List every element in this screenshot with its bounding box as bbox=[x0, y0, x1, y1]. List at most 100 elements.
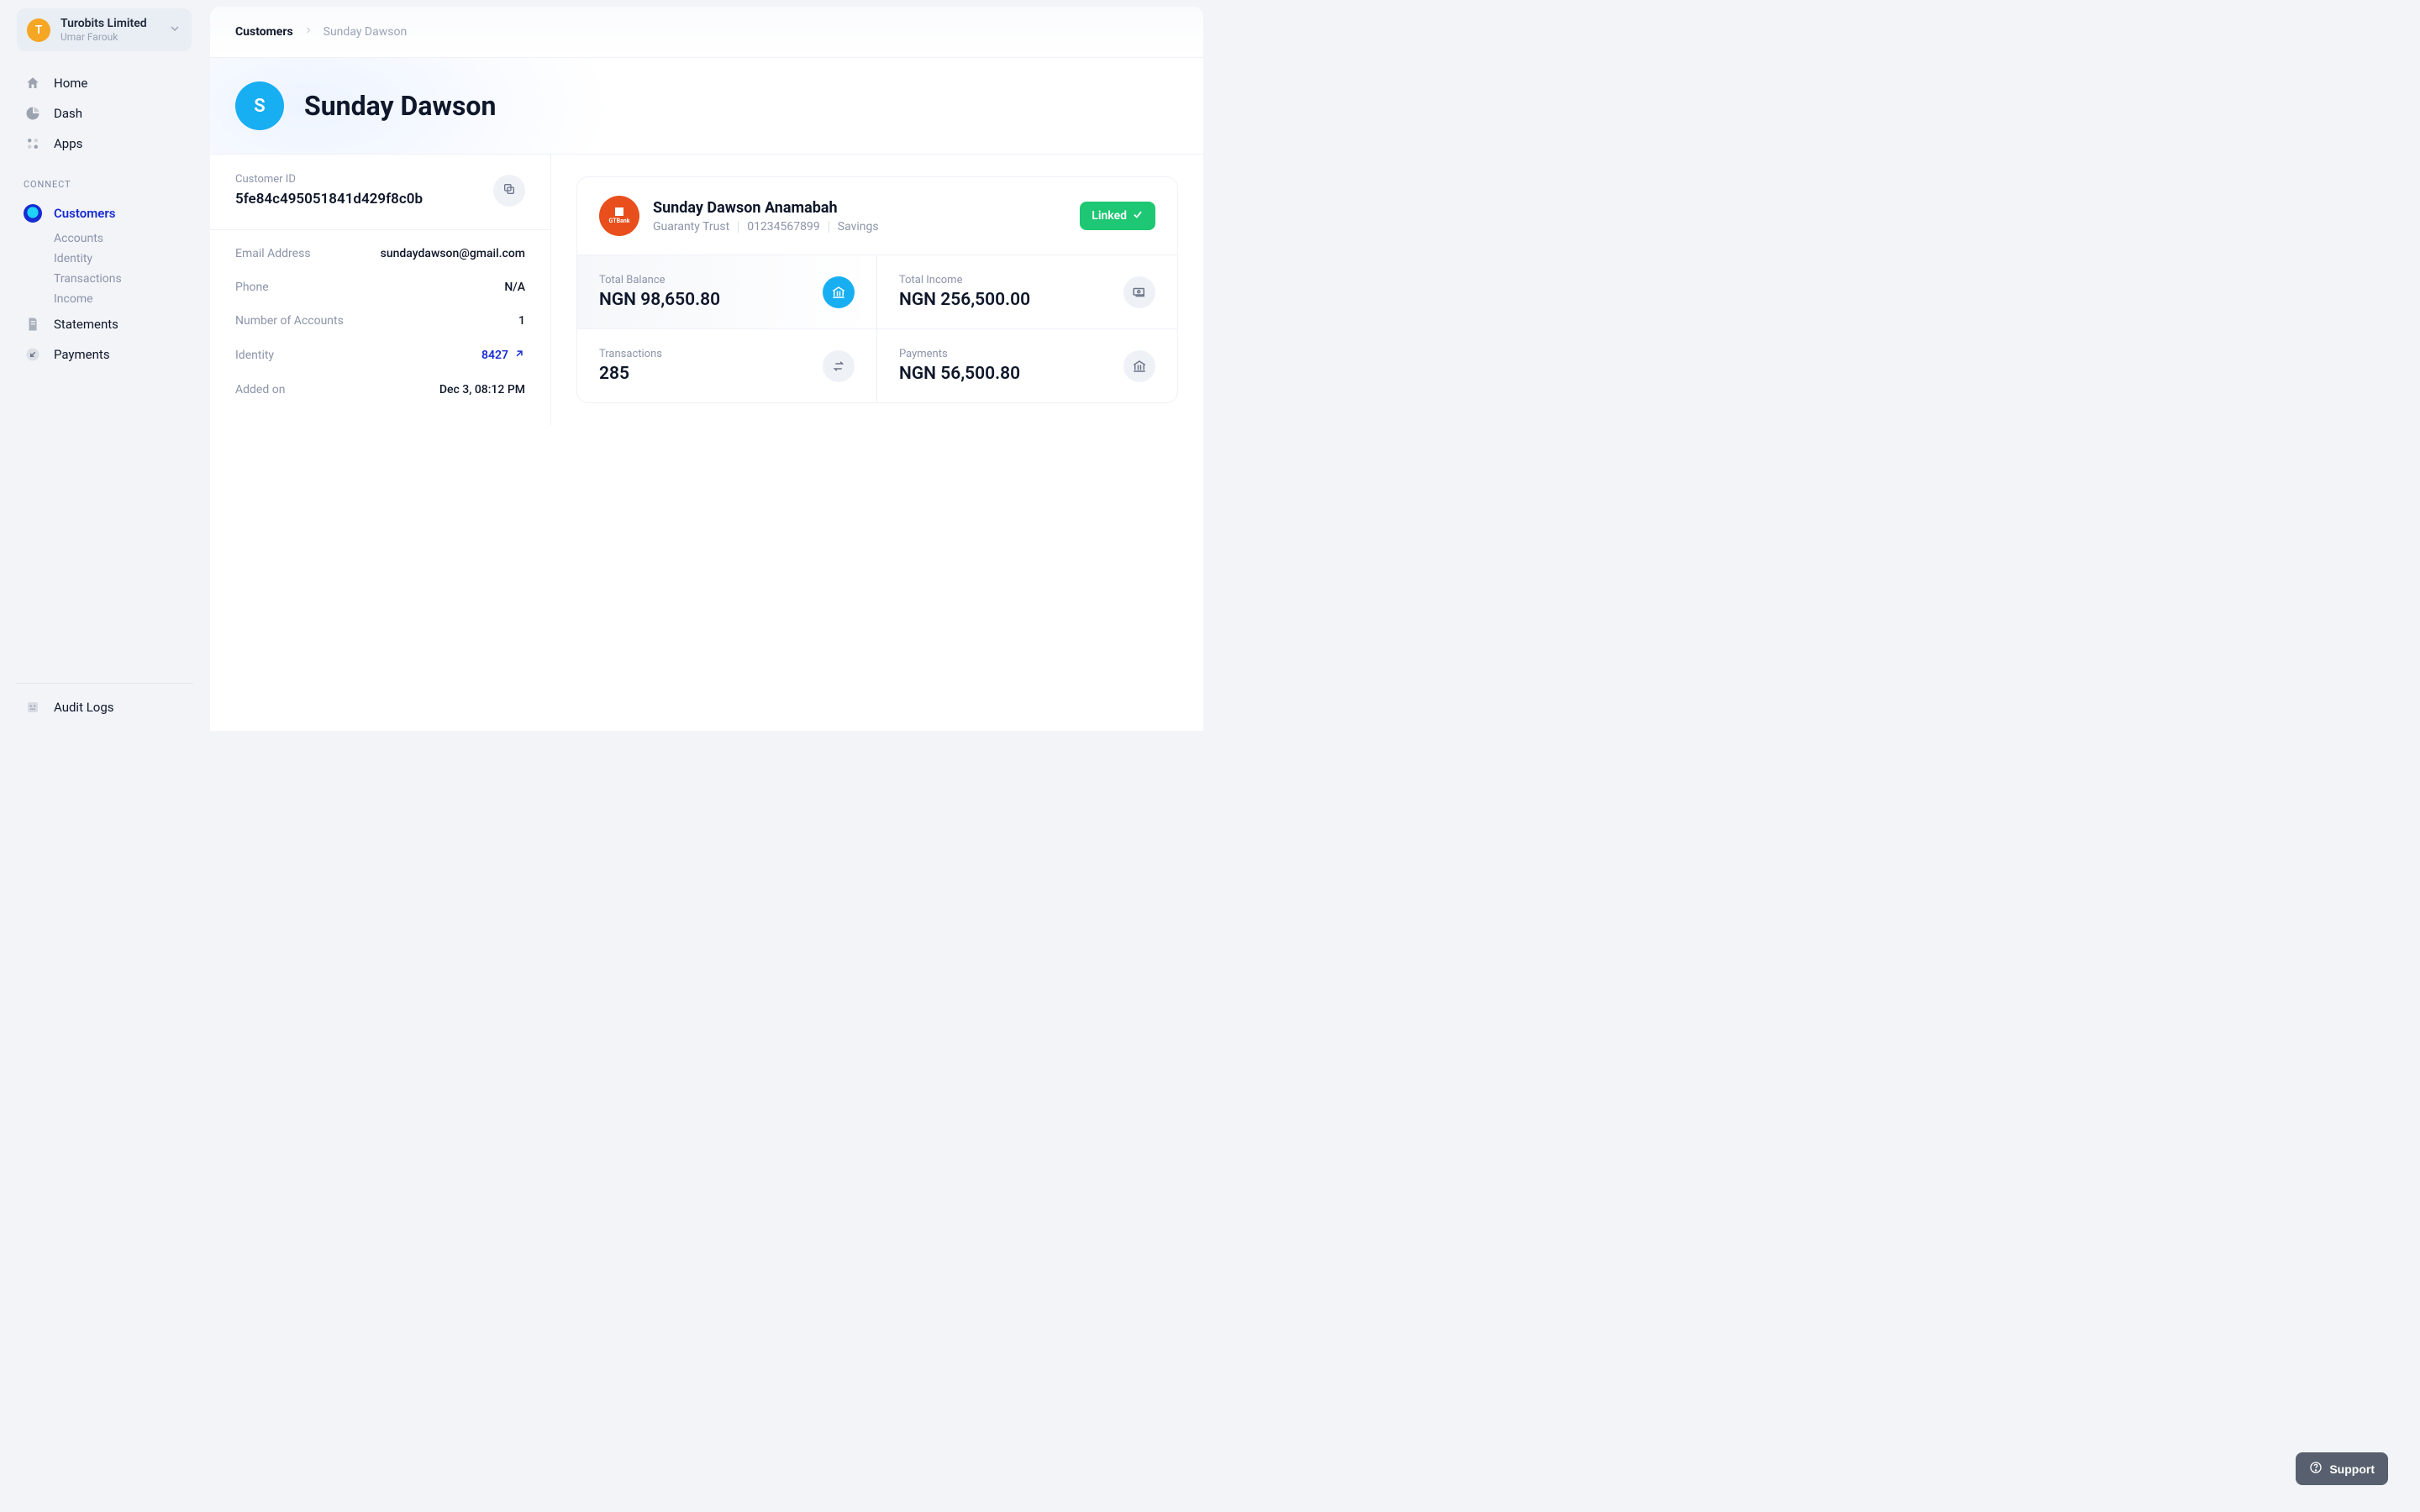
nav-footer: Audit Logs bbox=[8, 692, 202, 722]
nav-sub-accounts[interactable]: Accounts bbox=[54, 228, 202, 249]
account-meta: Guaranty Trust 01234567899 Savings bbox=[653, 220, 879, 234]
copy-icon bbox=[502, 182, 516, 198]
customer-id-box: Customer ID 5fe84c495051841d429f8c0b bbox=[210, 155, 550, 230]
chevron-right-icon bbox=[303, 25, 313, 39]
detail-value: N/A bbox=[504, 281, 525, 294]
account-header: GTBank Sunday Dawson Anamabah Guaranty T… bbox=[577, 177, 1177, 255]
detail-added-on: Added on Dec 3, 08:12 PM bbox=[235, 373, 525, 407]
stat-label: Total Balance bbox=[599, 274, 720, 286]
detail-value: 1 bbox=[518, 314, 525, 328]
detail-rows: Email Address sundaydawson@gmail.com Pho… bbox=[210, 230, 550, 413]
nav-label: Home bbox=[54, 76, 87, 91]
nav-sub-identity[interactable]: Identity bbox=[54, 249, 202, 269]
customer-details-panel: Customer ID 5fe84c495051841d429f8c0b Ema… bbox=[210, 155, 551, 425]
nav-audit-logs[interactable]: Audit Logs bbox=[24, 692, 202, 722]
stat-value: 285 bbox=[599, 364, 662, 384]
stat-income[interactable]: Total Income NGN 256,500.00 bbox=[877, 255, 1177, 328]
detail-label: Email Address bbox=[235, 247, 311, 260]
detail-label: Added on bbox=[235, 383, 285, 396]
document-icon bbox=[24, 315, 42, 333]
customers-icon bbox=[24, 204, 42, 223]
sidebar: T Turobits Limited Umar Farouk Home Dash… bbox=[0, 0, 210, 731]
nav-payments[interactable]: Payments bbox=[24, 339, 202, 370]
org-name: Turobits Limited bbox=[60, 17, 158, 31]
nav-label: Customers bbox=[54, 206, 115, 221]
pie-icon bbox=[24, 104, 42, 123]
nav-primary: Home Dash Apps bbox=[8, 68, 202, 159]
nav-label: Payments bbox=[54, 347, 110, 362]
account-type: Savings bbox=[838, 220, 879, 234]
linked-badge: Linked bbox=[1080, 202, 1155, 230]
nav-section-connect: CONNECT bbox=[8, 159, 202, 198]
detail-num-accounts: Number of Accounts 1 bbox=[235, 304, 525, 338]
detail-email: Email Address sundaydawson@gmail.com bbox=[235, 237, 525, 270]
home-icon bbox=[24, 74, 42, 92]
help-icon bbox=[2309, 1461, 2323, 1477]
identity-value: 8427 bbox=[481, 349, 508, 362]
payments-icon bbox=[24, 345, 42, 364]
nav-connect: Customers bbox=[8, 198, 202, 228]
customer-avatar: S bbox=[235, 81, 284, 130]
detail-label: Identity bbox=[235, 349, 274, 362]
detail-phone: Phone N/A bbox=[235, 270, 525, 304]
breadcrumb: Customers Sunday Dawson bbox=[210, 7, 1203, 58]
nav-home[interactable]: Home bbox=[24, 68, 202, 98]
bank-logo: GTBank bbox=[599, 196, 639, 236]
stat-value: NGN 256,500.00 bbox=[899, 290, 1030, 310]
detail-label: Number of Accounts bbox=[235, 314, 344, 328]
page-header: S Sunday Dawson bbox=[210, 58, 1203, 155]
nav-dash[interactable]: Dash bbox=[24, 98, 202, 129]
main: Customers Sunday Dawson S Sunday Dawson … bbox=[210, 7, 1203, 731]
identity-link[interactable]: 8427 bbox=[481, 348, 525, 363]
detail-value: Dec 3, 08:12 PM bbox=[439, 383, 525, 396]
separator bbox=[738, 221, 739, 233]
nav-customers-sublist: Accounts Identity Transactions Income bbox=[8, 228, 202, 309]
stat-grid: Total Balance NGN 98,650.80 Total Income… bbox=[577, 255, 1177, 402]
detail-identity: Identity 8427 bbox=[235, 338, 525, 373]
org-switcher[interactable]: T Turobits Limited Umar Farouk bbox=[17, 8, 192, 51]
transfer-icon bbox=[823, 350, 855, 382]
nav-sub-income[interactable]: Income bbox=[54, 289, 202, 309]
account-bank: Guaranty Trust bbox=[653, 220, 729, 234]
bank-outline-icon bbox=[1123, 350, 1155, 382]
cash-icon bbox=[1123, 276, 1155, 308]
support-button[interactable]: Support bbox=[2296, 1452, 2388, 1485]
divider bbox=[17, 683, 193, 684]
org-avatar: T bbox=[27, 18, 50, 42]
nav-customers[interactable]: Customers bbox=[24, 198, 202, 228]
stat-label: Total Income bbox=[899, 274, 1030, 286]
detail-label: Phone bbox=[235, 281, 269, 294]
stat-balance[interactable]: Total Balance NGN 98,650.80 bbox=[577, 255, 877, 328]
nav-label: Dash bbox=[54, 106, 82, 121]
breadcrumb-current: Sunday Dawson bbox=[324, 25, 408, 39]
nav-sub-transactions[interactable]: Transactions bbox=[54, 269, 202, 289]
audit-icon bbox=[24, 698, 42, 717]
stat-payments[interactable]: Payments NGN 56,500.80 bbox=[877, 328, 1177, 402]
stat-label: Payments bbox=[899, 348, 1020, 360]
page-title: Sunday Dawson bbox=[304, 90, 496, 122]
nav-label: Statements bbox=[54, 317, 118, 332]
nav-apps[interactable]: Apps bbox=[24, 129, 202, 159]
check-icon bbox=[1132, 208, 1144, 223]
nav-connect-rest: Statements Payments bbox=[8, 309, 202, 370]
account-holder: Sunday Dawson Anamabah bbox=[653, 199, 879, 217]
nav-statements[interactable]: Statements bbox=[24, 309, 202, 339]
external-link-icon bbox=[513, 348, 525, 363]
copy-button[interactable] bbox=[493, 175, 525, 207]
account-panel: GTBank Sunday Dawson Anamabah Guaranty T… bbox=[551, 155, 1203, 425]
stat-transactions[interactable]: Transactions 285 bbox=[577, 328, 877, 402]
apps-icon bbox=[24, 134, 42, 153]
stat-value: NGN 56,500.80 bbox=[899, 364, 1020, 384]
stat-label: Transactions bbox=[599, 348, 662, 360]
linked-label: Linked bbox=[1092, 209, 1127, 223]
stat-value: NGN 98,650.80 bbox=[599, 290, 720, 310]
support-label: Support bbox=[2329, 1462, 2375, 1476]
nav-label: Audit Logs bbox=[54, 700, 114, 715]
bank-icon bbox=[823, 276, 855, 308]
customer-id-value: 5fe84c495051841d429f8c0b bbox=[235, 191, 423, 207]
detail-value: sundaydawson@gmail.com bbox=[381, 247, 525, 260]
account-card: GTBank Sunday Dawson Anamabah Guaranty T… bbox=[576, 176, 1178, 403]
account-number: 01234567899 bbox=[747, 220, 820, 234]
breadcrumb-root[interactable]: Customers bbox=[235, 25, 293, 39]
chevron-down-icon bbox=[168, 22, 182, 39]
